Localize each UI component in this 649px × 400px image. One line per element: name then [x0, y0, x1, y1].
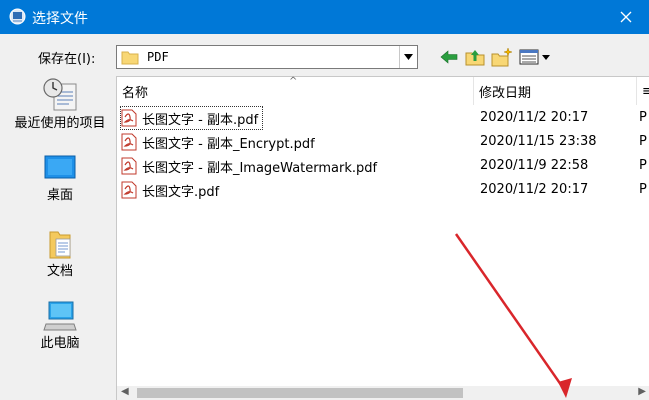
file-row[interactable]: 长图文字 - 副本.pdf 2020/11/2 20:17 P [117, 106, 649, 130]
file-type: P [639, 134, 647, 149]
place-computer[interactable]: 此电脑 [8, 300, 112, 351]
close-button[interactable] [603, 0, 649, 34]
file-date: 2020/11/2 20:17 [480, 110, 589, 125]
place-label-computer: 此电脑 [40, 336, 80, 351]
pdf-file-icon [121, 133, 137, 151]
chevron-down-icon [404, 54, 413, 60]
column-header-name[interactable]: 名称 ^ [117, 76, 474, 105]
file-row[interactable]: 长图文字 - 副本_Encrypt.pdf 2020/11/15 23:38 P [117, 130, 649, 154]
view-menu-button[interactable] [518, 46, 552, 68]
horizontal-scrollbar[interactable]: ◀ ▶ [117, 386, 649, 400]
new-folder-icon [491, 47, 513, 67]
scroll-right-icon[interactable]: ▶ [638, 386, 646, 397]
recent-places-icon [43, 78, 77, 111]
column-header-date[interactable]: 修改日期 [474, 77, 637, 105]
desktop-icon [44, 155, 76, 179]
up-folder-button[interactable] [464, 46, 486, 68]
scroll-left-icon[interactable]: ◀ [121, 386, 129, 397]
place-label-documents: 文档 [46, 264, 73, 279]
file-type: P [639, 158, 647, 173]
file-name: 长图文字 - 副本_ImageWatermark.pdf [142, 160, 378, 176]
folder-combo[interactable]: PDF [116, 45, 418, 69]
file-date: 2020/11/9 22:58 [480, 158, 589, 173]
view-menu-icon [519, 49, 550, 65]
window-title: 选择文件 [32, 11, 88, 27]
place-label-recent: 最近使用的项目 [14, 116, 106, 131]
pdf-file-icon [121, 181, 137, 199]
column-header-more[interactable]: ≡ [637, 77, 649, 105]
file-list[interactable]: 名称 ^ 修改日期 ≡ 长图文字 - 副本.pdf 2020/11/2 20:1… [116, 76, 649, 400]
places-bar: 最近使用的项目 桌面 文档 此电脑 [8, 78, 112, 400]
close-icon [620, 11, 632, 23]
file-date: 2020/11/15 23:38 [480, 134, 597, 149]
new-folder-button[interactable] [490, 46, 514, 68]
file-date: 2020/11/2 20:17 [480, 182, 589, 197]
sort-ascending-icon: ^ [289, 76, 298, 87]
up-folder-icon [465, 50, 485, 66]
scrollbar-thumb[interactable] [137, 388, 463, 398]
title-bar: 选择文件 [0, 0, 649, 34]
computer-icon [43, 301, 77, 331]
column-more-label: ≡ [642, 83, 649, 99]
file-name: 长图文字.pdf [142, 184, 220, 200]
save-in-label: 保存在(I): [38, 52, 96, 67]
place-documents[interactable]: 文档 [8, 228, 112, 279]
back-icon [440, 50, 458, 64]
pdf-file-icon [121, 157, 137, 175]
file-name-cell: 长图文字 - 副本_Encrypt.pdf [121, 131, 319, 153]
file-name: 长图文字 - 副本_Encrypt.pdf [142, 136, 315, 152]
documents-icon [49, 231, 71, 259]
file-name-cell: 长图文字 - 副本_ImageWatermark.pdf [121, 155, 381, 177]
place-recent[interactable]: 最近使用的项目 [8, 78, 112, 131]
column-date-label: 修改日期 [479, 85, 532, 101]
back-button[interactable] [438, 46, 460, 68]
column-name-label: 名称 [122, 85, 149, 101]
folder-icon [121, 51, 139, 65]
app-icon [9, 8, 26, 25]
file-row[interactable]: 长图文字.pdf 2020/11/2 20:17 P [117, 178, 649, 202]
list-header: 名称 ^ 修改日期 ≡ [117, 76, 649, 105]
file-name-cell: 长图文字 - 副本.pdf [119, 106, 264, 130]
file-name: 长图文字 - 副本.pdf [142, 112, 259, 128]
file-type: P [639, 110, 647, 125]
combo-dropdown-button[interactable] [399, 46, 417, 68]
current-folder: PDF [147, 50, 169, 64]
file-row[interactable]: 长图文字 - 副本_ImageWatermark.pdf 2020/11/9 2… [117, 154, 649, 178]
dialog-body: 保存在(I): PDF 最近使用的项目 桌面 文档 此电脑 名称 ^ 修改日期 … [0, 34, 649, 400]
place-label-desktop: 桌面 [46, 188, 73, 203]
place-desktop[interactable]: 桌面 [8, 154, 112, 203]
file-type: P [639, 182, 647, 197]
file-name-cell: 长图文字.pdf [121, 179, 223, 201]
pdf-file-icon [121, 109, 137, 127]
